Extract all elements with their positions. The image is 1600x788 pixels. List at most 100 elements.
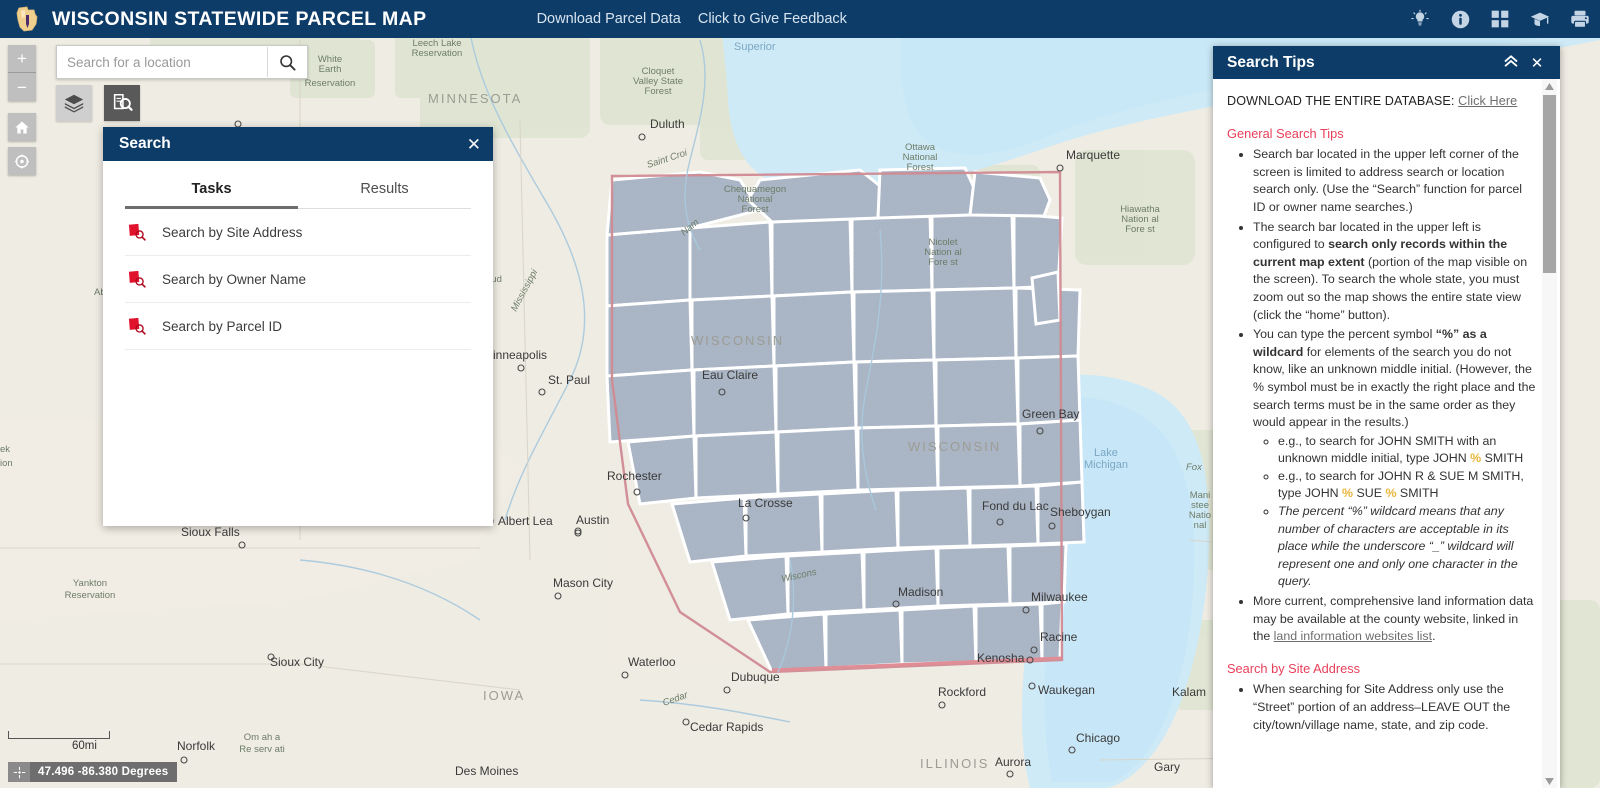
task-search-by-site-address[interactable]: Search by Site Address bbox=[125, 209, 471, 256]
tab-results[interactable]: Results bbox=[298, 175, 471, 208]
app-title: WISCONSIN STATEWIDE PARCEL MAP bbox=[52, 7, 427, 30]
svg-text:Des Moines: Des Moines bbox=[455, 764, 518, 778]
svg-text:Reservation: Reservation bbox=[305, 78, 356, 89]
svg-text:Forest: Forest bbox=[907, 162, 934, 173]
svg-text:Fore st: Fore st bbox=[928, 257, 958, 268]
svg-text:Kenosha: Kenosha bbox=[977, 651, 1025, 665]
tip-example-2: e.g., to search for JOHN R & SUE M SMITH… bbox=[1278, 468, 1536, 503]
tip-text: e.g., to search for JOHN SMITH with an u… bbox=[1278, 433, 1497, 466]
download-parcel-data-link[interactable]: Download Parcel Data bbox=[537, 11, 681, 27]
scroll-up-arrow-icon[interactable] bbox=[1542, 79, 1557, 93]
tip-example-3: The percent “%” wildcard means that any … bbox=[1278, 503, 1536, 591]
magnifier-icon bbox=[280, 54, 296, 71]
svg-text:Green Bay: Green Bay bbox=[1022, 407, 1079, 421]
search-panel-tabs: Tasks Results bbox=[125, 175, 471, 209]
locate-button[interactable] bbox=[8, 147, 36, 175]
svg-text:Fore st: Fore st bbox=[1125, 224, 1155, 235]
give-feedback-link[interactable]: Click to Give Feedback bbox=[698, 11, 847, 27]
wisconsin-state-outline-icon bbox=[16, 6, 38, 32]
tab-tasks[interactable]: Tasks bbox=[125, 175, 298, 209]
task-label: Search by Site Address bbox=[162, 224, 303, 240]
svg-text:Duluth: Duluth bbox=[650, 117, 685, 131]
scroll-down-arrow-icon[interactable] bbox=[1542, 774, 1557, 788]
close-icon[interactable]: ✕ bbox=[1524, 54, 1550, 72]
map-state-label: MINNESOTA bbox=[428, 91, 522, 106]
header-icon-bar bbox=[1400, 0, 1600, 38]
task-label: Search by Owner Name bbox=[162, 271, 307, 287]
svg-text:Eau Claire: Eau Claire bbox=[702, 368, 758, 382]
svg-text:Dubuque: Dubuque bbox=[731, 670, 780, 684]
svg-text:Austin: Austin bbox=[576, 513, 609, 527]
svg-text:Rockford: Rockford bbox=[938, 685, 986, 699]
map-water-label: Lake bbox=[1094, 447, 1118, 459]
svg-text:ek: ek bbox=[0, 444, 10, 455]
svg-text:Sioux City: Sioux City bbox=[270, 655, 324, 669]
svg-text:Reservation: Reservation bbox=[65, 590, 116, 601]
svg-text:Reservation: Reservation bbox=[412, 48, 463, 59]
svg-text:ion: ion bbox=[0, 458, 13, 469]
location-search-bar[interactable] bbox=[56, 45, 308, 79]
svg-text:Sioux Falls: Sioux Falls bbox=[181, 525, 240, 539]
svg-text:Fond du Lac: Fond du Lac bbox=[982, 499, 1049, 513]
search-panel-title: Search bbox=[119, 135, 171, 152]
land-information-websites-link[interactable]: land information websites list bbox=[1274, 629, 1432, 643]
task-search-by-owner-name[interactable]: Search by Owner Name bbox=[125, 256, 471, 303]
zoom-out-button[interactable]: − bbox=[8, 73, 36, 101]
search-tips-scrollbar[interactable] bbox=[1542, 79, 1557, 788]
crosshair-icon bbox=[8, 762, 30, 782]
search-input[interactable] bbox=[57, 47, 267, 77]
scale-bar-line bbox=[8, 731, 110, 739]
search-tips-header: Search Tips ✕ bbox=[1213, 46, 1560, 79]
search-tips-panel: Search Tips ✕ DOWNLOAD THE ENTIRE DATABA… bbox=[1213, 46, 1560, 788]
tip-bullet-4: More current, comprehensive land informa… bbox=[1253, 593, 1536, 646]
svg-text:Waukegan: Waukegan bbox=[1038, 683, 1095, 697]
svg-text:Madison: Madison bbox=[898, 585, 943, 599]
info-icon[interactable] bbox=[1440, 0, 1480, 38]
wildcard-token: % bbox=[1470, 451, 1482, 466]
svg-text:Re serv ati: Re serv ati bbox=[239, 744, 284, 755]
svg-text:Racine: Racine bbox=[1040, 630, 1078, 644]
search-tool-button[interactable] bbox=[104, 85, 140, 121]
task-search-by-parcel-id[interactable]: Search by Parcel ID bbox=[125, 303, 471, 350]
tip-bullet-1: Search bar located in the upper left cor… bbox=[1253, 146, 1536, 216]
section-general-search-tips: General Search Tips bbox=[1227, 125, 1344, 141]
svg-text:Aurora: Aurora bbox=[995, 755, 1031, 769]
close-icon[interactable]: ✕ bbox=[467, 136, 481, 153]
coordinate-readout[interactable]: 47.496 -86.380 Degrees bbox=[8, 762, 178, 782]
home-button[interactable] bbox=[8, 113, 36, 141]
map-water-label: Superior bbox=[734, 41, 776, 53]
map-state-label: IOWA bbox=[483, 688, 525, 703]
grid-apps-icon[interactable] bbox=[1480, 0, 1520, 38]
layers-stack-icon bbox=[64, 94, 84, 113]
svg-text:Waterloo: Waterloo bbox=[628, 655, 676, 669]
zoom-in-button[interactable]: + bbox=[8, 45, 36, 73]
section-search-by-site-address: Search by Site Address bbox=[1227, 660, 1361, 676]
chevron-double-up-icon[interactable] bbox=[1498, 54, 1524, 72]
search-panel-header: Search ✕ bbox=[103, 127, 493, 161]
svg-text:Chicago: Chicago bbox=[1076, 731, 1120, 745]
download-database-link[interactable]: Click Here bbox=[1458, 94, 1517, 108]
header-links: Download Parcel Data Click to Give Feedb… bbox=[537, 11, 847, 27]
svg-text:Yankton: Yankton bbox=[73, 578, 107, 589]
svg-text:Marquette: Marquette bbox=[1066, 148, 1120, 162]
scrollbar-thumb[interactable] bbox=[1543, 95, 1556, 273]
search-tips-title: Search Tips bbox=[1227, 53, 1315, 71]
tip-text: . bbox=[1432, 629, 1436, 644]
svg-text:Forest: Forest bbox=[645, 86, 672, 97]
svg-text:Rochester: Rochester bbox=[607, 469, 662, 483]
search-widget-panel: Search ✕ Tasks Results Search by Site Ad… bbox=[103, 127, 493, 526]
search-tips-content: DOWNLOAD THE ENTIRE DATABASE: Click Here… bbox=[1213, 79, 1560, 788]
search-submit-button[interactable] bbox=[267, 47, 307, 77]
parcel-search-red-icon bbox=[128, 223, 146, 241]
printer-icon[interactable] bbox=[1560, 0, 1600, 38]
tip-text: SUE bbox=[1353, 486, 1386, 501]
tip-example-1: e.g., to search for JOHN SMITH with an u… bbox=[1278, 433, 1536, 468]
lightbulb-icon[interactable] bbox=[1400, 0, 1440, 38]
svg-text:Kalam: Kalam bbox=[1172, 685, 1206, 699]
svg-text:Mason City: Mason City bbox=[553, 576, 613, 590]
graduation-cap-icon[interactable] bbox=[1520, 0, 1560, 38]
general-tips-list: Search bar located in the upper left cor… bbox=[1227, 146, 1536, 646]
map-state-label: WISCONSIN bbox=[908, 439, 1001, 454]
layers-button[interactable] bbox=[56, 85, 92, 121]
tip-bullet-2: The search bar located in the upper left… bbox=[1253, 219, 1536, 325]
